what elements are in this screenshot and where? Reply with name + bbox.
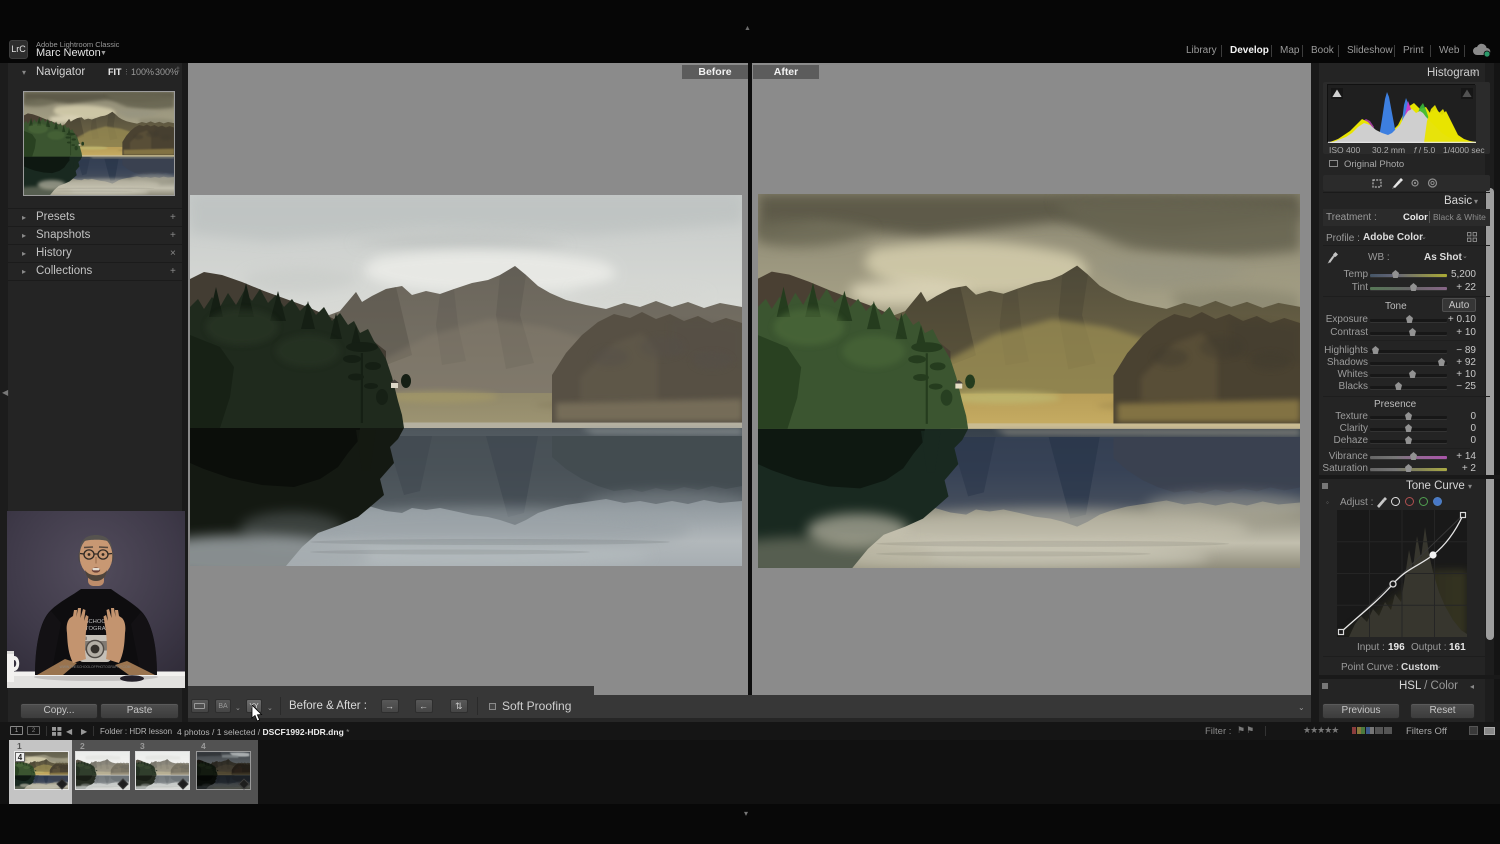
svg-text:WWW.THESCHOOLOFPHOTOGRAPHY.COM: WWW.THESCHOOLOFPHOTOGRAPHY.COM	[60, 665, 131, 669]
